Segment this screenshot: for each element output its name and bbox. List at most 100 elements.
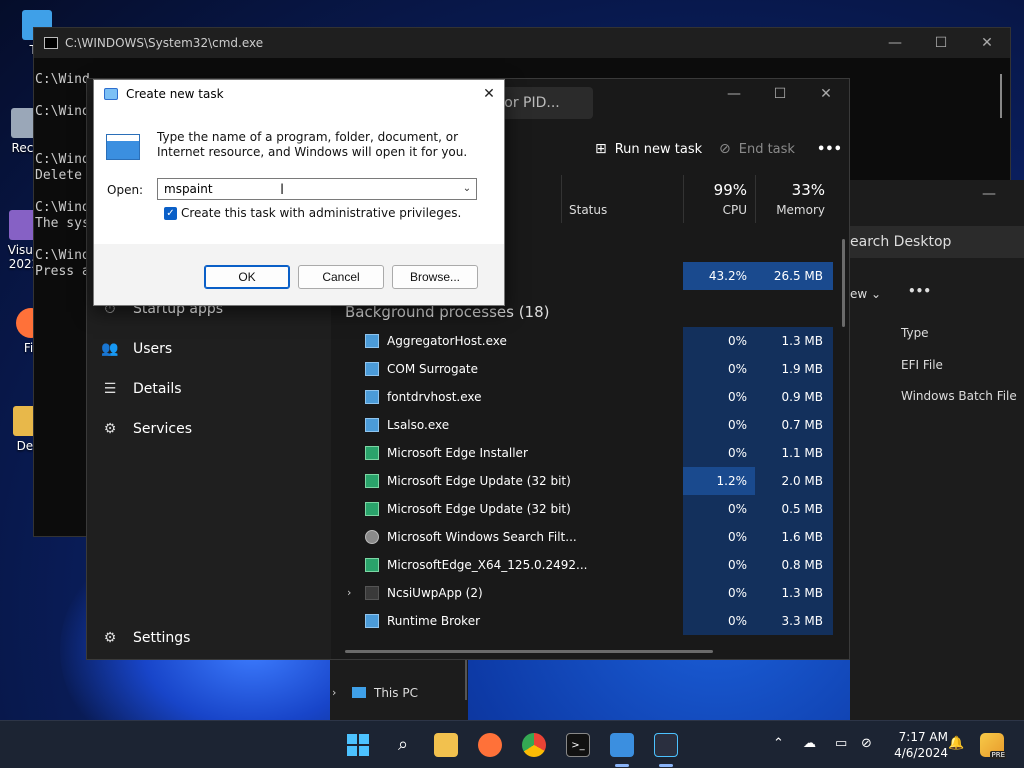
memory-value: 1.9 MB: [755, 355, 833, 383]
browse-button[interactable]: Browse...: [392, 265, 478, 289]
memory-value: 0.7 MB: [755, 411, 833, 439]
type-column-header[interactable]: Type: [901, 326, 929, 340]
cpu-value: 0%: [683, 495, 755, 523]
process-row[interactable]: COM Surrogate 0% 1.9 MB: [331, 355, 833, 383]
explorer-more-button[interactable]: •••: [908, 284, 931, 298]
dialog-title-bar[interactable]: Create new task: [94, 80, 504, 108]
run-new-task-label: Run new task: [614, 141, 703, 157]
process-icon: [365, 558, 379, 572]
windows-logo-icon: [347, 734, 369, 756]
cmd-scrollbar[interactable]: [1000, 74, 1002, 118]
process-icon: [365, 614, 379, 628]
cpu-value: 0%: [683, 355, 755, 383]
nav-pane-scrollbar[interactable]: [465, 660, 467, 700]
close-icon[interactable]: ✕: [474, 80, 504, 108]
dialog-title: Create new task: [126, 87, 224, 101]
copilot-icon[interactable]: PRE: [980, 733, 1006, 759]
run-program-icon: [106, 134, 140, 160]
display-icon[interactable]: ▭: [835, 736, 847, 751]
chevron-down-icon[interactable]: ⌄: [459, 179, 475, 199]
process-row[interactable]: Microsoft Edge Installer 0% 1.1 MB: [331, 439, 833, 467]
memory-value: 0.5 MB: [755, 495, 833, 523]
column-header-status[interactable]: Status: [561, 175, 683, 223]
task-manager-icon[interactable]: [654, 733, 678, 757]
nav-users[interactable]: 👥 Users: [101, 335, 172, 363]
cpu-header-label: CPU: [722, 203, 747, 217]
file-type-cell: Windows Batch File: [901, 389, 1017, 403]
process-row[interactable]: AggregatorHost.exe 0% 1.3 MB: [331, 327, 833, 355]
start-button[interactable]: [346, 733, 370, 757]
nav-details[interactable]: ☰ Details: [101, 375, 182, 403]
system-clock[interactable]: 7:17 AM 4/6/2024: [888, 729, 948, 761]
process-icon: [365, 446, 379, 460]
run-task-icon: ⊞: [595, 141, 607, 157]
cmd-title-bar[interactable]: C:\WINDOWS\System32\cmd.exe: [34, 28, 1010, 58]
search-icon[interactable]: ⌕: [391, 733, 415, 757]
nav-settings[interactable]: ⚙ Settings: [101, 624, 191, 652]
process-row[interactable]: Lsalso.exe 0% 0.7 MB: [331, 411, 833, 439]
process-name: Microsoft Edge Update (32 bit): [387, 474, 571, 488]
cmd-title: C:\WINDOWS\System32\cmd.exe: [65, 36, 264, 50]
admin-privileges-checkbox[interactable]: ✓: [164, 207, 177, 220]
cpu-value: 0%: [683, 579, 755, 607]
view-menu-button[interactable]: ew ⌄: [850, 287, 881, 301]
ok-button[interactable]: OK: [204, 265, 290, 289]
minimize-icon[interactable]: —: [982, 186, 996, 202]
terminal-icon[interactable]: >_: [566, 733, 590, 757]
chevron-right-icon[interactable]: ›: [347, 579, 351, 607]
end-task-button[interactable]: ⊘ End task: [719, 137, 795, 161]
notification-bell-icon[interactable]: 🔔: [948, 736, 964, 751]
process-row[interactable]: Microsoft Edge Update (32 bit) 1.2% 2.0 MB: [331, 467, 833, 495]
process-row[interactable]: › NcsiUwpApp (2) 0% 1.3 MB: [331, 579, 833, 607]
file-explorer-icon[interactable]: [434, 733, 458, 757]
process-row[interactable]: Runtime Broker 0% 3.3 MB: [331, 607, 833, 635]
explorer-search-input[interactable]: earch Desktop: [850, 226, 1024, 258]
close-icon[interactable]: ✕: [964, 28, 1010, 58]
text-cursor-icon: I: [280, 182, 285, 198]
run-new-task-button[interactable]: ⊞ Run new task: [595, 137, 702, 161]
process-row[interactable]: MicrosoftEdge_X64_125.0.2492... 0% 0.8 MB: [331, 551, 833, 579]
process-icon: [365, 474, 379, 488]
network-icon[interactable]: ⊘: [861, 736, 872, 751]
file-explorer-window[interactable]: — earch Desktop ew ⌄ ••• Type EFI File W…: [850, 180, 1024, 720]
close-icon[interactable]: ✕: [803, 79, 849, 109]
maximize-icon[interactable]: ☐: [918, 28, 964, 58]
process-icon: [365, 418, 379, 432]
vertical-scrollbar[interactable]: [842, 239, 845, 327]
create-new-task-dialog[interactable]: Create new task ✕ Type the name of a pro…: [93, 79, 505, 306]
process-icon: [365, 530, 379, 544]
process-row[interactable]: fontdrvhost.exe 0% 0.9 MB: [331, 383, 833, 411]
cancel-button[interactable]: Cancel: [298, 265, 384, 289]
cpu-value: 43.2%: [683, 262, 755, 290]
maximize-icon[interactable]: ☐: [757, 79, 803, 109]
process-name: Lsalso.exe: [387, 418, 450, 432]
memory-value: 1.6 MB: [755, 523, 833, 551]
file-type-cell: EFI File: [901, 358, 943, 372]
nav-label: Details: [133, 381, 182, 397]
run-program-icon[interactable]: [610, 733, 634, 757]
nav-label: Settings: [133, 630, 191, 646]
chevron-up-icon[interactable]: ⌃: [773, 736, 784, 751]
chrome-icon[interactable]: [522, 733, 546, 757]
column-header-memory[interactable]: 33% Memory: [755, 175, 833, 223]
process-row[interactable]: Microsoft Edge Update (32 bit) 0% 0.5 MB: [331, 495, 833, 523]
memory-value: 26.5 MB: [755, 262, 833, 290]
chevron-right-icon[interactable]: ›: [332, 686, 336, 699]
more-options-button[interactable]: •••: [817, 137, 842, 161]
explorer-search-placeholder: earch Desktop: [850, 234, 952, 250]
cloud-off-icon[interactable]: ☁: [803, 736, 816, 751]
horizontal-scrollbar[interactable]: [345, 650, 713, 653]
open-label: Open:: [107, 183, 144, 197]
memory-total: 33%: [791, 181, 825, 199]
tree-item-this-pc[interactable]: This PC: [374, 686, 418, 700]
process-row[interactable]: Microsoft Windows Search Filt... 0% 1.6 MB: [331, 523, 833, 551]
open-input[interactable]: [157, 178, 477, 200]
memory-value: 1.3 MB: [755, 579, 833, 607]
nav-label: Users: [133, 341, 173, 357]
nav-services[interactable]: ⚙ Services: [101, 415, 192, 443]
column-header-cpu[interactable]: 99% CPU: [683, 175, 755, 223]
cmd-icon: [44, 37, 58, 49]
minimize-icon[interactable]: —: [872, 28, 918, 58]
firefox-icon[interactable]: [478, 733, 502, 757]
minimize-icon[interactable]: —: [711, 79, 757, 109]
